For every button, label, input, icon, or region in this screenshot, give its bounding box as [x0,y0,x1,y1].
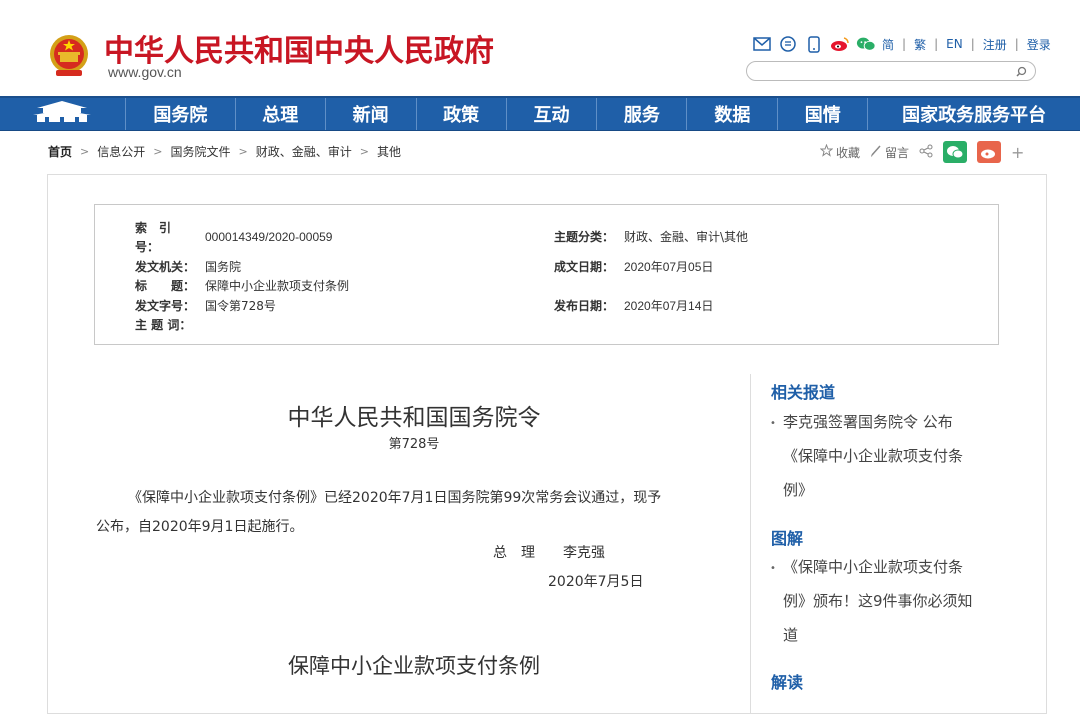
nav-item-gov-service-platform[interactable]: 国家政务服务平台 [868,98,1080,130]
breadcrumb-state-council-docs[interactable]: 国务院文件 [170,143,230,160]
mobile-icon[interactable] [804,35,824,53]
signature-premier: 总 理 李克强 [493,545,605,561]
share-bar: 收藏 留言 + [819,141,1024,163]
nav-item-policy[interactable]: 政策 [417,98,507,130]
chevron-right-icon: > [238,145,248,158]
wechat-icon[interactable] [856,35,876,53]
article-number: 第728号 [388,437,440,452]
infographic-link[interactable]: 《保障中小企业款项支付条 例》颁布！这9件事你必须知 道 [783,550,993,652]
related-sidebar: 相关报道 • 李克强签署国务院令 公布 《保障中小企业款项支付条 例》 图解 •… [750,374,1001,714]
weibo-share-icon[interactable] [977,141,1002,163]
login-link[interactable]: 登录 [1027,36,1051,53]
doc-number-label: 发文字号： [135,299,196,313]
star-icon [819,143,834,160]
lang-traditional-link[interactable]: 繁 [914,36,926,53]
lang-simplified-link[interactable]: 简 [882,36,894,53]
topic-value: 财政、金融、审计\其他 [624,230,749,244]
share-icon[interactable] [919,144,933,161]
title-value: 保障中小企业款项支付条例 [205,279,350,293]
chevron-right-icon: > [80,145,90,158]
nav-item-services[interactable]: 服务 [597,98,688,130]
breadcrumb: 首页 > 信息公开 > 国务院文件 > 财政、金融、审计 > 其他 [48,143,401,160]
breadcrumb-info-disclosure[interactable]: 信息公开 [97,143,145,160]
publish-date-value: 2020年07月14日 [624,299,714,313]
issuer-label: 发文机关： [135,260,196,274]
link-line: 例》颁布！这9件事你必须知 [783,592,973,610]
collect-button[interactable]: 收藏 [819,143,861,161]
comment-label: 留言 [885,145,910,160]
lang-english-link[interactable]: EN [946,37,963,51]
nav-item-interaction[interactable]: 互动 [507,98,598,130]
breadcrumb-home[interactable]: 首页 [48,143,72,160]
related-reports-heading[interactable]: 相关报道 [771,379,835,403]
register-link[interactable]: 注册 [983,36,1007,53]
search-icon[interactable] [1015,64,1029,78]
bullet-icon: • [770,563,776,574]
doc-number-value: 国令第728号 [205,299,276,313]
related-report-link[interactable]: 李克强签署国务院令 公布 《保障中小企业款项支付条 例》 [783,405,993,507]
collect-label: 收藏 [836,145,861,160]
divider: | [1014,37,1019,51]
issuer-value: 国务院 [205,260,242,274]
link-line: 李克强签署国务院令 公布 [783,413,953,431]
index-label: 索 引 [135,221,172,235]
main-nav: 国务院 总理 新闻 政策 互动 服务 数据 国情 国家政务服务平台 [0,96,1080,131]
title-label: 标 题： [135,279,196,293]
pencil-icon [870,144,882,160]
tiananmen-icon [31,100,93,128]
article-title: 中华人民共和国国务院令 [287,405,541,431]
paragraph-line: 《保障中小企业款项支付条例》已经2020年7月1日国务院第99次常务会议通过，现… [128,490,662,506]
nav-home[interactable] [0,98,126,130]
link-line: 道 [783,626,799,644]
header-tools: 简 | 繁 | EN | 注册 | 登录 [752,33,1051,55]
index-value: 000014349/2020-00059 [205,230,333,244]
document-metadata-table: 索 引 号： 000014349/2020-00059 主题分类： 财政、金融、… [94,204,999,345]
rss-icon[interactable] [778,35,798,53]
nav-item-state-council[interactable]: 国务院 [126,98,236,130]
nav-item-news[interactable]: 新闻 [326,98,417,130]
paragraph-line: 公布，自2020年9月1日起施行。 [96,519,304,535]
mail-icon[interactable] [752,35,772,53]
publish-date-label: 发布日期： [554,299,615,313]
search-input[interactable] [757,65,1021,83]
nav-item-national-info[interactable]: 国情 [778,98,869,130]
site-url: www.gov.cn [108,64,182,80]
divider: | [902,37,907,51]
interpretation-heading[interactable]: 解读 [771,669,803,693]
keywords-label: 主 题 词： [135,318,192,332]
nav-item-data[interactable]: 数据 [687,98,779,130]
more-share-button[interactable]: + [1011,143,1024,162]
written-date-value: 2020年07月05日 [624,260,714,274]
topic-label: 主题分类： [554,230,615,244]
bullet-icon: • [770,418,776,429]
national-emblem-logo[interactable] [48,32,90,80]
signature-date: 2020年7月5日 [548,574,644,590]
breadcrumb-finance[interactable]: 财政、金融、审计 [256,143,352,160]
link-line: 《保障中小企业款项支付条 [783,447,964,465]
written-date-label: 成文日期： [554,260,615,274]
article-paragraph: 《保障中小企业款项支付条例》已经2020年7月1日国务院第99次常务会议通过，现… [96,484,736,542]
index-label-suffix: 号： [135,240,160,254]
link-line: 《保障中小企业款项支付条 [783,558,964,576]
regulation-title: 保障中小企业款项支付条例 [288,654,540,678]
weibo-icon[interactable] [830,35,850,53]
comment-button[interactable]: 留言 [870,144,909,161]
chevron-right-icon: > [359,145,369,158]
divider: | [970,37,975,51]
nav-item-premier[interactable]: 总理 [236,98,326,130]
search-box [746,61,1036,83]
link-line: 例》 [783,481,814,499]
divider: | [934,37,939,51]
wechat-share-icon[interactable] [943,141,968,163]
chevron-right-icon: > [153,145,163,158]
breadcrumb-other[interactable]: 其他 [377,143,401,160]
infographic-heading[interactable]: 图解 [771,525,803,549]
